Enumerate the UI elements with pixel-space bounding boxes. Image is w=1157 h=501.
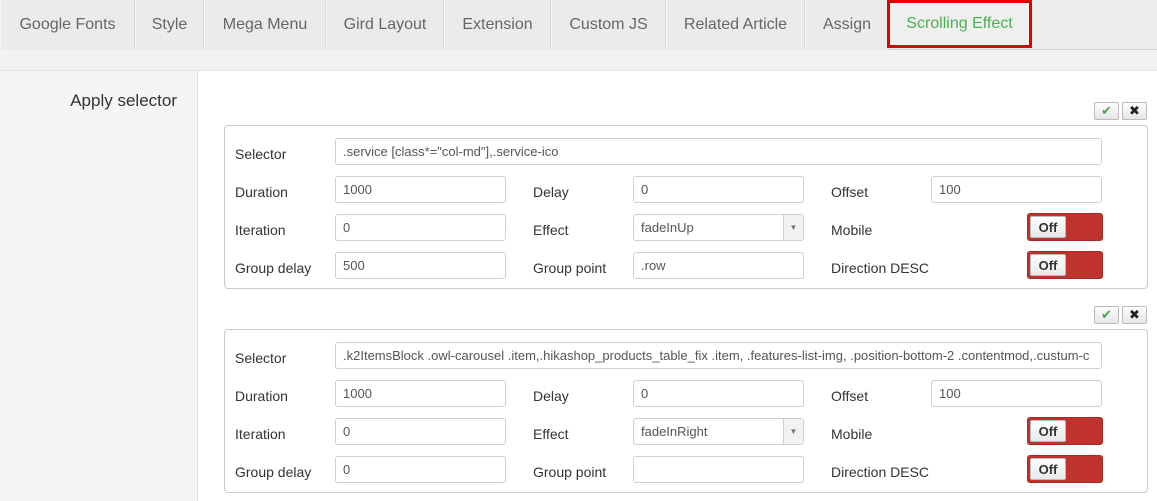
effect-select-value: fadeInRight (641, 424, 708, 439)
direction-desc-toggle[interactable]: Off (1027, 251, 1103, 279)
direction-desc-label: Direction DESC (831, 464, 930, 480)
panel-1-actions: ✔ ✖ (1094, 102, 1147, 120)
group-point-label: Group point (533, 260, 607, 276)
group-delay-label: Group delay (235, 260, 312, 276)
tab-style[interactable]: Style (135, 0, 204, 50)
group-point-label: Group point (533, 464, 607, 480)
check-icon[interactable]: ✔ (1094, 306, 1119, 324)
effect-label: Effect (533, 426, 569, 442)
duration-label: Duration (235, 184, 288, 200)
settings-label-column: Apply selector (0, 70, 197, 501)
tab-assign[interactable]: Assign (805, 0, 889, 50)
effect-label: Effect (533, 222, 569, 238)
offset-input[interactable] (931, 380, 1102, 407)
mobile-label: Mobile (831, 222, 873, 238)
iteration-input[interactable] (335, 418, 506, 445)
iteration-label: Iteration (235, 222, 286, 238)
tab-custom-js[interactable]: Custom JS (551, 0, 666, 50)
mobile-toggle[interactable]: Off (1027, 417, 1103, 445)
apply-selector-label: Apply selector (70, 91, 177, 110)
tab-mega-menu[interactable]: Mega Menu (204, 0, 326, 50)
group-delay-input[interactable] (335, 252, 506, 279)
effect-select-value: fadeInUp (641, 220, 694, 235)
tab-bar: Google Fonts Style Mega Menu Gird Layout… (0, 0, 1157, 50)
panel-2-actions: ✔ ✖ (1094, 306, 1147, 324)
mobile-label: Mobile (831, 426, 873, 442)
selector-input[interactable] (335, 138, 1102, 165)
direction-desc-toggle-state: Off (1030, 458, 1066, 480)
mobile-toggle[interactable]: Off (1027, 213, 1103, 241)
offset-label: Offset (831, 388, 869, 404)
selector-panel-1: Selector Duration Delay Offset Iteration… (224, 125, 1148, 289)
content-top-strip (0, 50, 1157, 70)
mobile-toggle-state: Off (1030, 420, 1066, 442)
tab-scrolling-effect[interactable]: Scrolling Effect (887, 0, 1032, 48)
direction-desc-toggle[interactable]: Off (1027, 455, 1103, 483)
duration-label: Duration (235, 388, 288, 404)
tab-extension[interactable]: Extension (444, 0, 551, 50)
offset-label: Offset (831, 184, 869, 200)
selector-label: Selector (235, 146, 287, 162)
delay-input[interactable] (633, 176, 804, 203)
tab-google-fonts[interactable]: Google Fonts (0, 0, 135, 50)
tab-related-article[interactable]: Related Article (666, 0, 805, 50)
close-icon[interactable]: ✖ (1122, 306, 1147, 324)
selector-panel-2: Selector Duration Delay Offset Iteration… (224, 329, 1148, 493)
group-point-input[interactable] (633, 456, 804, 483)
delay-input[interactable] (633, 380, 804, 407)
selector-label: Selector (235, 350, 287, 366)
mobile-toggle-state: Off (1030, 216, 1066, 238)
delay-label: Delay (533, 184, 569, 200)
group-delay-label: Group delay (235, 464, 312, 480)
check-icon[interactable]: ✔ (1094, 102, 1119, 120)
selector-input[interactable] (335, 342, 1102, 369)
effect-select[interactable]: fadeInRight ▼ (633, 418, 804, 445)
iteration-input[interactable] (335, 214, 506, 241)
iteration-label: Iteration (235, 426, 286, 442)
delay-label: Delay (533, 388, 569, 404)
chevron-down-icon: ▼ (783, 419, 803, 444)
direction-desc-label: Direction DESC (831, 260, 930, 276)
chevron-down-icon: ▼ (783, 215, 803, 240)
close-icon[interactable]: ✖ (1122, 102, 1147, 120)
effect-select[interactable]: fadeInUp ▼ (633, 214, 804, 241)
group-delay-input[interactable] (335, 456, 506, 483)
group-point-input[interactable] (633, 252, 804, 279)
tab-gird-layout[interactable]: Gird Layout (326, 0, 444, 50)
direction-desc-toggle-state: Off (1030, 254, 1066, 276)
offset-input[interactable] (931, 176, 1102, 203)
duration-input[interactable] (335, 176, 506, 203)
duration-input[interactable] (335, 380, 506, 407)
